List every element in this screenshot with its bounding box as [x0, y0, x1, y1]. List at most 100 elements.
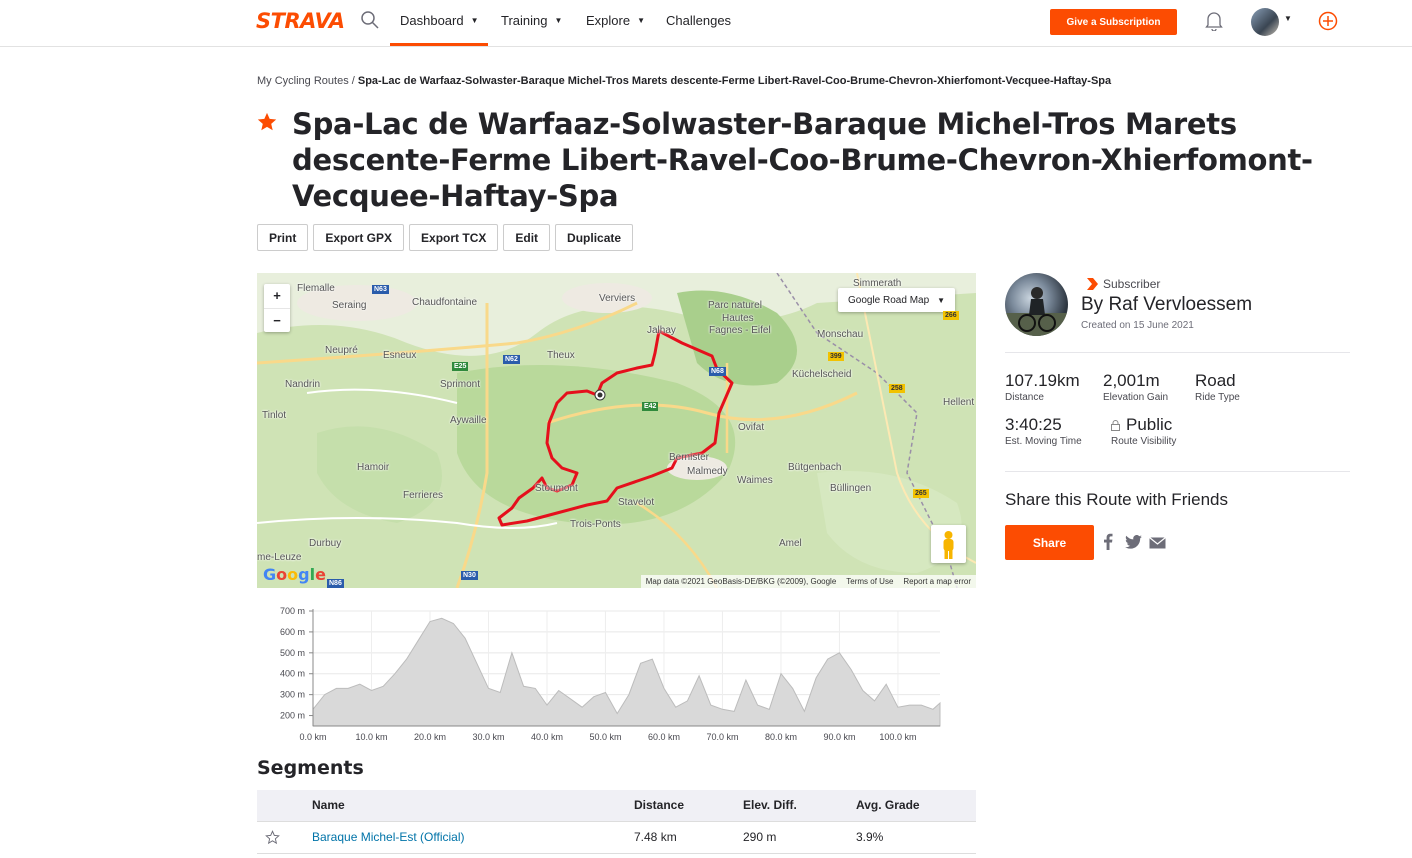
author-avatar[interactable] [1005, 273, 1068, 336]
star-icon[interactable] [256, 111, 278, 133]
map-road-shield: E42 [642, 402, 659, 411]
map-place-label: Hamoir [357, 462, 390, 473]
nav-explore[interactable]: Explore ▼ [586, 13, 645, 28]
breadcrumb-parent-link[interactable]: My Cycling Routes [257, 75, 349, 87]
x-tick-label: 80.0 km [765, 732, 797, 742]
segment-distance: 7.48 km [634, 830, 677, 844]
map-type-select[interactable]: Google Road Map ▼ [838, 288, 956, 312]
edit-button[interactable]: Edit [503, 224, 551, 251]
elevation-profile[interactable]: 700 m 600 m 500 m 400 m 300 m 200 m 0.0 km 10.0… [257, 600, 957, 750]
map-road-shield: N86 [327, 579, 344, 588]
share-button[interactable]: Share [1005, 525, 1094, 560]
nav-dashboard[interactable]: Dashboard ▼ [400, 13, 479, 28]
cyclist-photo [1005, 287, 1068, 336]
col-avg-grade[interactable]: Avg. Grade [856, 798, 920, 812]
y-tick-label: 400 m [280, 669, 305, 679]
segments-heading: Segments [257, 757, 364, 779]
stat-moving-time: 3:40:25 Est. Moving Time [1005, 415, 1082, 447]
divider [1005, 352, 1350, 353]
twitter-icon[interactable] [1125, 535, 1142, 549]
nav-challenges[interactable]: Challenges [666, 13, 731, 28]
chevron-down-icon: ▼ [637, 16, 645, 25]
caret-down-icon: ▼ [937, 295, 946, 305]
top-navigation: STRAVA Dashboard ▼ Training ▼ Explore ▼ Cha… [0, 0, 1412, 47]
segments-table-header: Name Distance Elev. Diff. Avg. Grade [257, 790, 976, 822]
y-tick-label: 500 m [280, 648, 305, 658]
map-place-label: Hautes [722, 313, 754, 324]
street-view-pegman[interactable] [931, 525, 966, 563]
zoom-out-button[interactable]: − [264, 308, 290, 333]
email-icon[interactable] [1149, 537, 1166, 549]
map-place-label: Chaudfontaine [412, 297, 478, 308]
y-tick-label: 600 m [280, 627, 305, 637]
author-name[interactable]: By Raf Vervloessem [1081, 294, 1252, 316]
x-tick-label: 60.0 km [648, 732, 680, 742]
zoom-in-button[interactable]: + [264, 284, 290, 308]
export-tcx-button[interactable]: Export TCX [409, 224, 499, 251]
chevron-down-icon: ▼ [554, 16, 563, 25]
map-road-shield: 399 [828, 352, 844, 361]
map-place-label: Verviers [599, 293, 636, 304]
map-place-label: Nandrin [285, 379, 321, 390]
stat-visibility: Public Route Visibility [1111, 415, 1177, 447]
map-place-label: Fagnes - Eifel [709, 325, 771, 336]
map-place-label: Tinlot [262, 410, 287, 421]
give-subscription-button[interactable]: Give a Subscription [1050, 9, 1177, 35]
map-place-label: Seraing [332, 300, 367, 311]
facebook-icon[interactable] [1103, 533, 1113, 550]
terms-link[interactable]: Terms of Use [846, 577, 893, 586]
nav-active-indicator [390, 43, 488, 46]
stat-distance: 107.19km Distance [1005, 371, 1080, 403]
map-place-label: Stavelot [618, 497, 655, 508]
map-place-label: Neupré [325, 345, 358, 356]
map-place-label: Theux [547, 350, 575, 361]
x-tick-label: 50.0 km [589, 732, 621, 742]
print-button[interactable]: Print [257, 224, 309, 251]
map-road-shield: 266 [943, 311, 959, 320]
segment-name-link[interactable]: Baraque Michel-Est (Official) [312, 830, 465, 844]
export-gpx-button[interactable]: Export GPX [313, 224, 405, 251]
report-error-link[interactable]: Report a map error [903, 577, 971, 586]
route-actions: Print Export GPX Export TCX Edit Duplica… [257, 224, 634, 251]
map-road-shield: N68 [709, 367, 726, 376]
map-place-label: Bütgenbach [788, 462, 842, 473]
chevron-down-icon[interactable]: ▼ [1284, 14, 1292, 23]
x-tick-label: 30.0 km [472, 732, 504, 742]
map-place-label: Amel [779, 538, 802, 549]
upload-plus-icon[interactable] [1318, 11, 1338, 31]
map-place-label: Ovifat [738, 422, 765, 433]
breadcrumb-current: Spa-Lac de Warfaaz-Solwaster-Baraque Mic… [357, 75, 1112, 87]
strava-logo[interactable]: STRAVA [256, 9, 345, 33]
map-place-label: Flemalle [297, 283, 335, 294]
duplicate-button[interactable]: Duplicate [555, 224, 634, 251]
elevation-area [312, 617, 941, 727]
map-canvas [257, 273, 976, 588]
map-place-label: Bernister [669, 452, 710, 463]
col-elev-diff[interactable]: Elev. Diff. [743, 798, 797, 812]
x-tick-label: 40.0 km [531, 732, 563, 742]
map-place-label: Hellent [943, 397, 975, 408]
stat-ride-type: Road Ride Type [1195, 371, 1240, 403]
star-outline-icon[interactable] [265, 830, 280, 845]
map-place-label: Jalhay [647, 325, 676, 336]
map-place-label: Sprimont [440, 379, 481, 390]
chevron-down-icon: ▼ [470, 16, 479, 25]
user-avatar[interactable] [1251, 8, 1279, 36]
map-road-shield: 265 [913, 489, 929, 498]
col-distance[interactable]: Distance [634, 798, 684, 812]
map-road-shield: N30 [461, 571, 478, 580]
map-place-label: me-Leuze [257, 552, 302, 563]
map-place-label: Durbuy [309, 538, 342, 549]
map-place-label: Ferrieres [403, 490, 444, 501]
map-road-shield: N63 [372, 285, 389, 294]
bell-icon[interactable] [1205, 11, 1223, 31]
subscriber-badge: Subscriber [1087, 277, 1160, 291]
search-icon[interactable] [361, 11, 379, 29]
route-map[interactable]: + − Google Road Map ▼ Google Map data ©20… [257, 273, 976, 588]
y-tick-label: 200 m [280, 711, 305, 721]
divider [1005, 471, 1350, 472]
map-place-label: Malmedy [687, 466, 728, 477]
col-name[interactable]: Name [312, 798, 345, 812]
nav-training[interactable]: Training ▼ [501, 13, 562, 28]
map-place-label: Simmerath [853, 278, 902, 289]
